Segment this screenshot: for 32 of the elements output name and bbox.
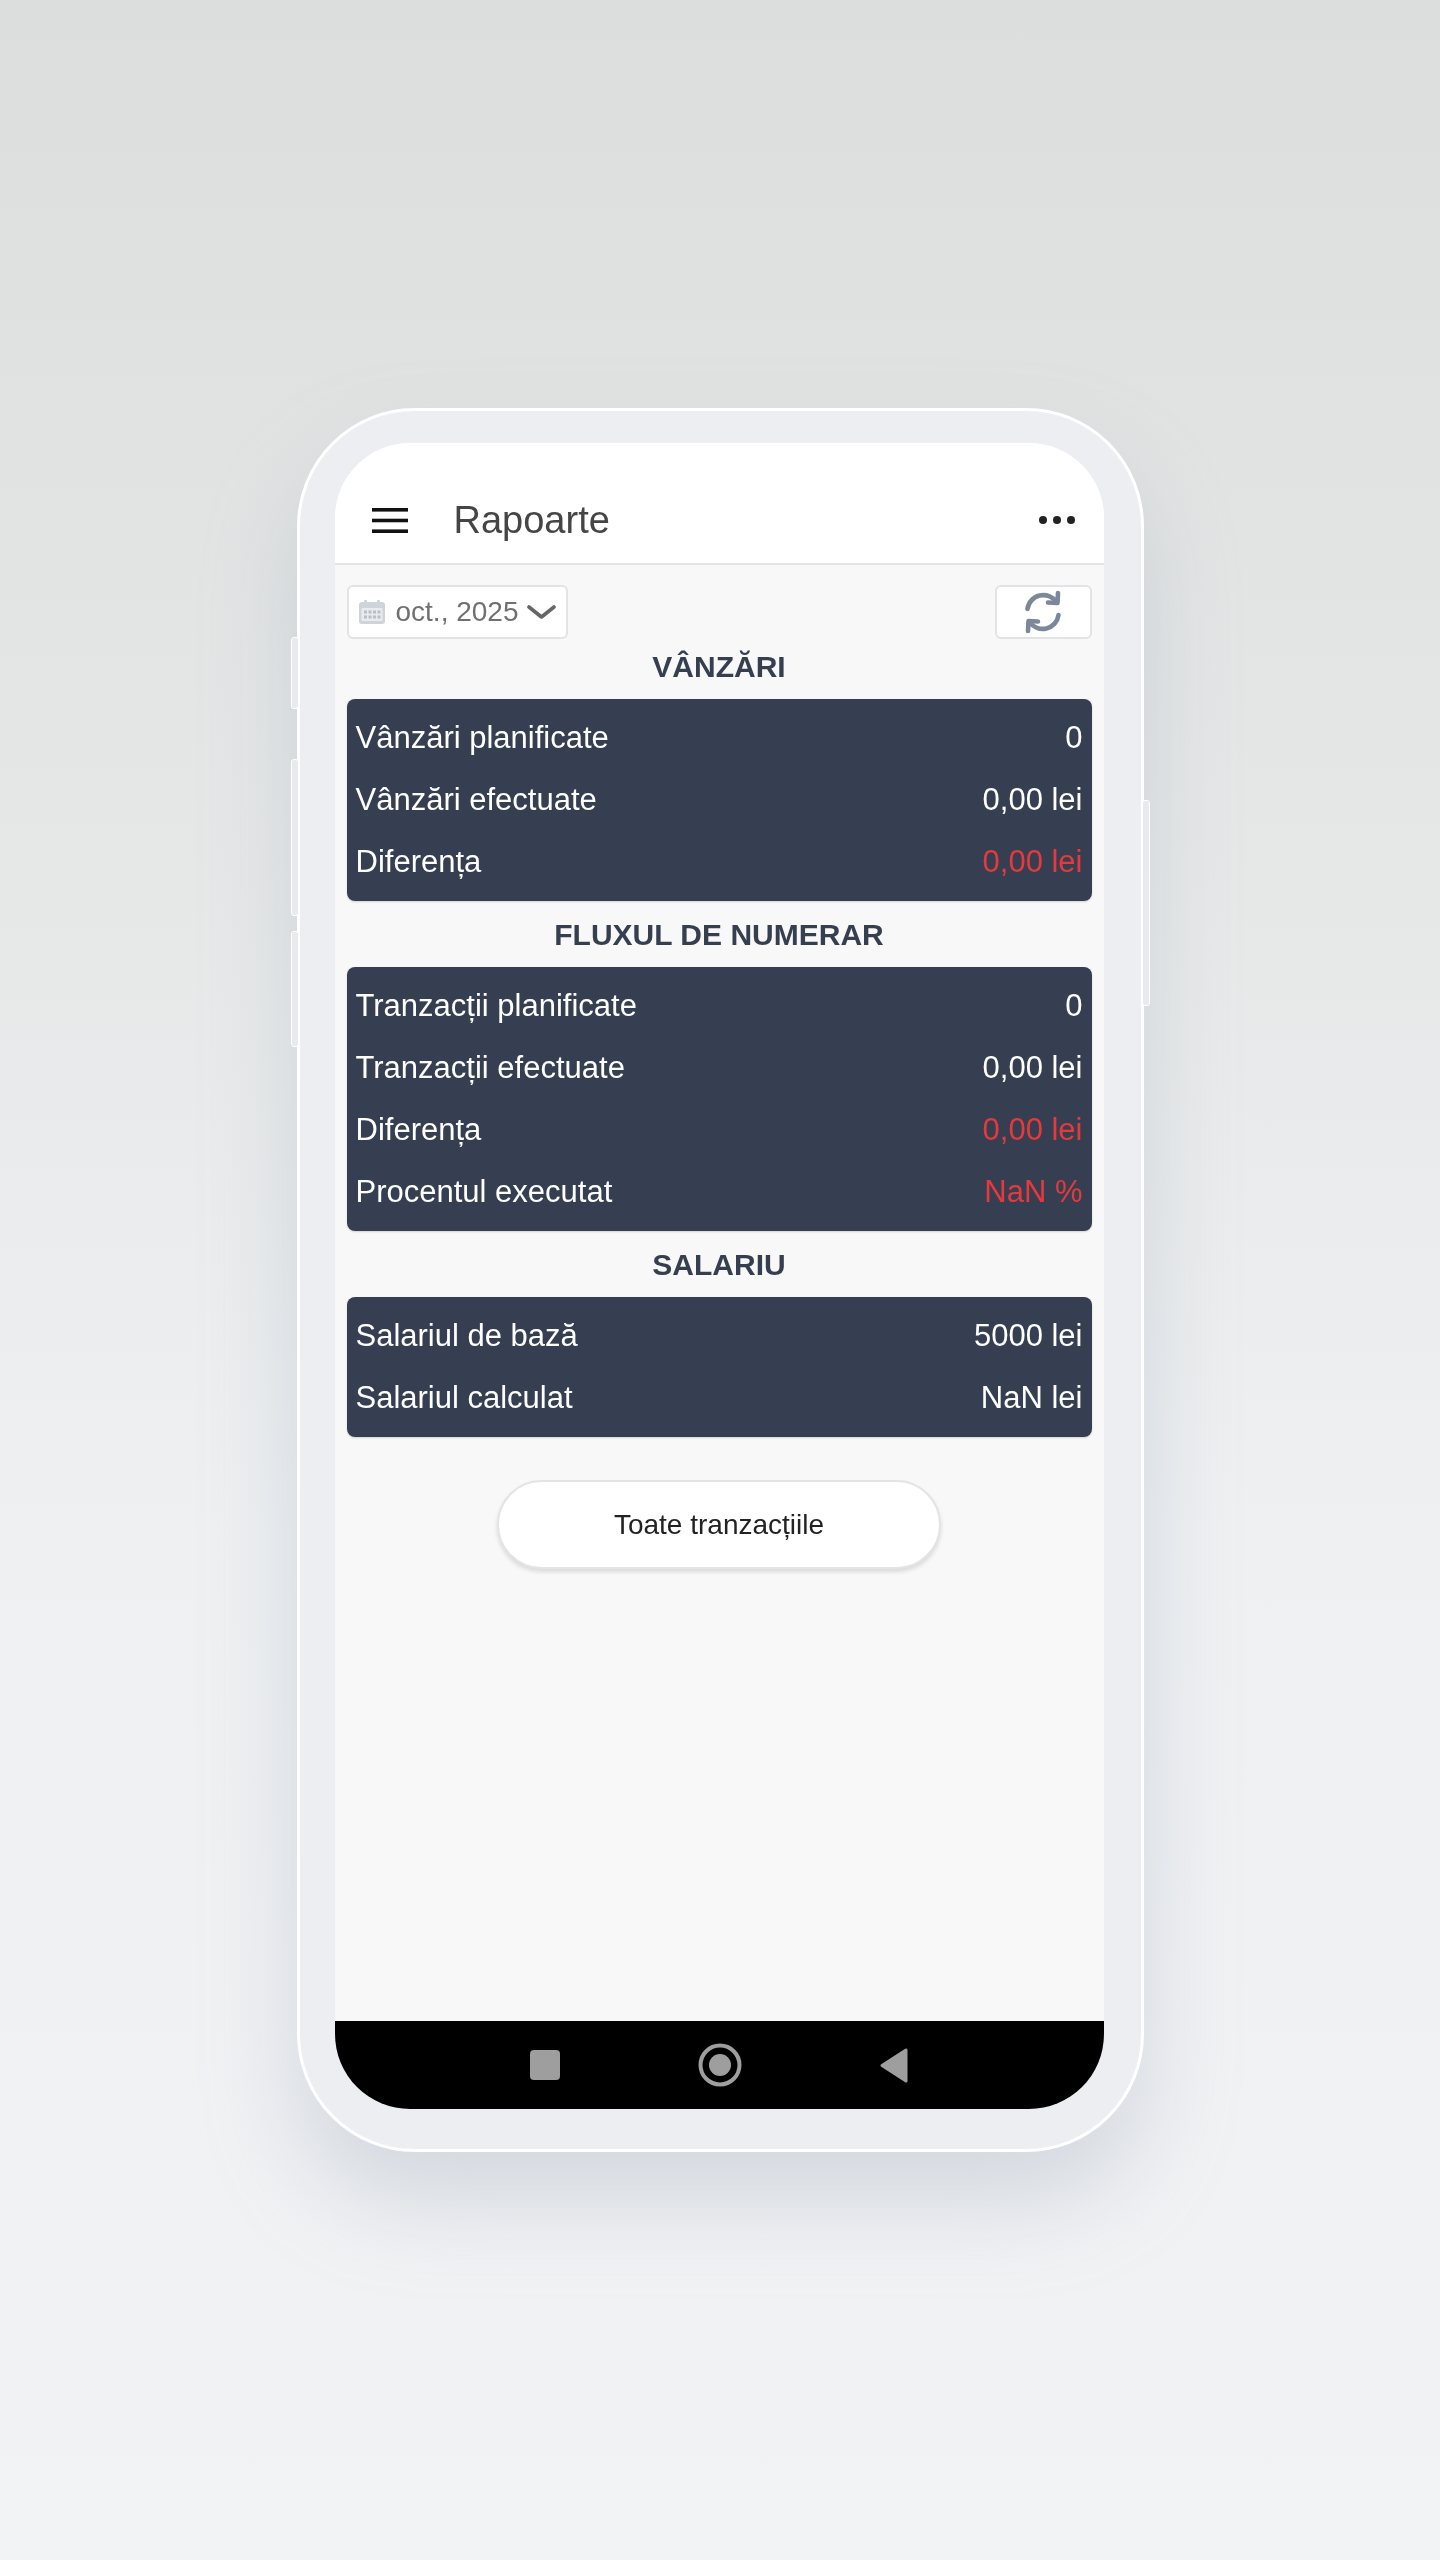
date-picker[interactable]: oct., 2025 (346, 585, 568, 639)
calendar-icon (358, 600, 385, 624)
row-label: Vânzări planificate (355, 720, 609, 756)
back-icon[interactable] (880, 2047, 908, 2083)
refresh-button[interactable] (994, 585, 1092, 639)
row-label: Diferența (355, 844, 482, 880)
row-label: Salariul de bază (355, 1318, 578, 1354)
menu-icon[interactable] (371, 507, 408, 533)
row-label: Vânzări efectuate (355, 782, 597, 818)
row-label: Diferența (355, 1112, 482, 1148)
row-value: NaN % (984, 1174, 1083, 1210)
row-value: NaN lei (980, 1380, 1083, 1416)
section-title: SALARIU (651, 1247, 787, 1283)
chevron-down-icon (527, 605, 557, 619)
all-transactions-button[interactable]: Toate tranzacțiile (497, 1480, 941, 1569)
section-title: VÂNZĂRI (651, 649, 787, 685)
row-value: 5000 lei (973, 1318, 1083, 1354)
row-value: 0,00 lei (982, 782, 1083, 818)
row-label: Tranzacții planificate (355, 988, 637, 1024)
row-value: 0 (1065, 988, 1083, 1024)
row-value: 0 (1065, 720, 1083, 756)
row-label: Tranzacții efectuate (355, 1050, 625, 1086)
screen-title: Rapoarte (453, 498, 610, 543)
row-label: Procentul executat (355, 1174, 613, 1210)
section-title: FLUXUL DE NUMERAR (553, 917, 885, 953)
row-value: 0,00 lei (982, 844, 1083, 880)
row-value: 0,00 lei (982, 1050, 1083, 1086)
more-icon[interactable] (1038, 516, 1075, 524)
row-label: Salariul calculat (355, 1380, 573, 1416)
row-value: 0,00 lei (982, 1112, 1083, 1148)
home-icon[interactable] (698, 2043, 742, 2087)
refresh-icon (1023, 590, 1063, 634)
